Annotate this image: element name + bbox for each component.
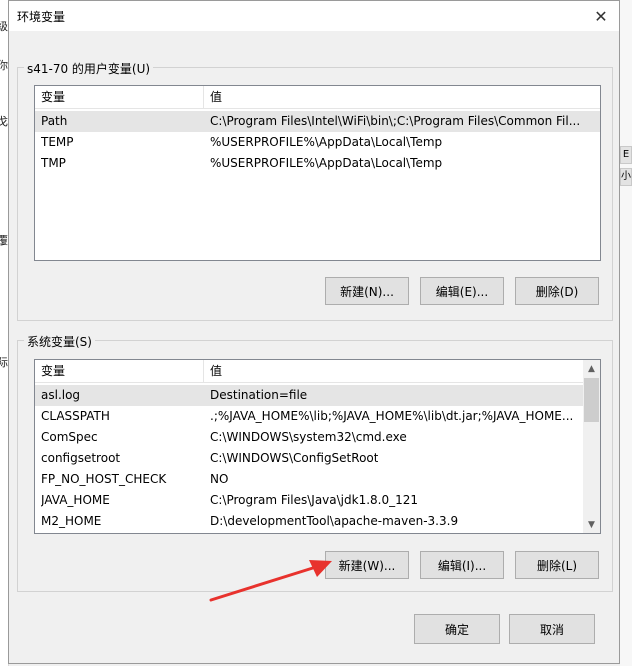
title-bar: 环境变量 ✕	[9, 1, 619, 31]
user-variables-label: s41-70 的用户变量(U)	[24, 60, 154, 77]
scroll-thumb[interactable]	[584, 378, 599, 422]
scroll-up-icon[interactable]: ▲	[583, 360, 600, 377]
ok-button[interactable]: 确定	[414, 614, 500, 644]
table-row[interactable]: asl.log Destination=file	[35, 385, 583, 406]
variable-value: C:\WINDOWS\system32\cmd.exe	[210, 430, 407, 444]
column-header-variable[interactable]: 变量	[35, 86, 204, 108]
variable-name: asl.log	[41, 388, 81, 402]
column-header-variable[interactable]: 变量	[35, 360, 204, 382]
variable-name: TMP	[41, 156, 66, 170]
variable-name: CLASSPATH	[41, 409, 110, 423]
cancel-button[interactable]: 取消	[509, 614, 595, 644]
variable-value: D:\developmentTool\apache-maven-3.3.9	[210, 514, 459, 528]
table-row[interactable]: JAVA_HOME C:\Program Files\Java\jdk1.8.0…	[35, 490, 583, 511]
table-row[interactable]: M2_HOME D:\developmentTool\apache-maven-…	[35, 511, 583, 532]
variable-value: .;%JAVA_HOME%\lib;%JAVA_HOME%\lib\dt.jar…	[210, 409, 574, 423]
background-text: 覆	[0, 234, 8, 247]
table-row[interactable]: TMP %USERPROFILE%\AppData\Local\Temp	[35, 153, 600, 174]
background-text: 你	[0, 59, 8, 72]
variable-name: TEMP	[41, 135, 74, 149]
scroll-down-icon[interactable]: ▼	[583, 516, 600, 533]
environment-variables-dialog: 环境变量 ✕ s41-70 的用户变量(U) 变量 值 Path C:\Prog…	[8, 0, 620, 664]
background-text: 小	[620, 168, 632, 186]
system-new-button[interactable]: 新建(W)...	[325, 551, 409, 579]
variable-name: JAVA_HOME	[41, 493, 110, 507]
user-edit-button[interactable]: 编辑(E)...	[420, 277, 504, 305]
table-row[interactable]: TEMP %USERPROFILE%\AppData\Local\Temp	[35, 132, 600, 153]
list-header: 变量 值	[35, 86, 600, 109]
table-row[interactable]: CLASSPATH .;%JAVA_HOME%\lib;%JAVA_HOME%\…	[35, 406, 583, 427]
table-row[interactable]: FP_NO_HOST_CHECK NO	[35, 469, 583, 490]
table-row[interactable]: Path C:\Program Files\Intel\WiFi\bin\;C:…	[35, 111, 600, 132]
variable-value: Destination=file	[210, 388, 308, 402]
background-text: 戈	[0, 115, 8, 128]
background-text: 级	[0, 20, 8, 33]
variable-value: C:\Program Files\Java\jdk1.8.0_121	[210, 493, 419, 507]
background-text: E	[620, 146, 632, 164]
table-row[interactable]: configsetroot C:\WINDOWS\ConfigSetRoot	[35, 448, 583, 469]
close-icon[interactable]: ✕	[583, 1, 619, 31]
background-text: 际	[0, 356, 8, 369]
dialog-title: 环境变量	[17, 10, 66, 24]
variable-value: %USERPROFILE%\AppData\Local\Temp	[210, 135, 443, 149]
variable-value: NO	[210, 472, 229, 486]
variable-name: ComSpec	[41, 430, 98, 444]
user-new-button[interactable]: 新建(N)...	[325, 277, 409, 305]
column-header-value[interactable]: 值	[204, 360, 583, 382]
variable-name: configsetroot	[41, 451, 121, 465]
variable-value: %USERPROFILE%\AppData\Local\Temp	[210, 156, 443, 170]
user-delete-button[interactable]: 删除(D)	[515, 277, 599, 305]
system-edit-button[interactable]: 编辑(I)...	[420, 551, 504, 579]
variable-name: Path	[41, 114, 68, 128]
variable-name: M2_HOME	[41, 514, 102, 528]
table-row[interactable]: ComSpec C:\WINDOWS\system32\cmd.exe	[35, 427, 583, 448]
variable-value: C:\Program Files\Intel\WiFi\bin\;C:\Prog…	[210, 114, 581, 128]
user-variables-list[interactable]: 变量 值 Path C:\Program Files\Intel\WiFi\bi…	[34, 85, 601, 261]
system-list-scrollbar[interactable]: ▲ ▼	[583, 360, 600, 533]
system-delete-button[interactable]: 删除(L)	[515, 551, 599, 579]
variable-name: FP_NO_HOST_CHECK	[41, 472, 167, 486]
system-variables-label: 系统变量(S)	[24, 333, 95, 350]
list-header: 变量 值	[35, 360, 583, 383]
system-variables-list[interactable]: 变量 值 asl.log Destination=file CLASSPATH …	[34, 359, 601, 534]
column-header-value[interactable]: 值	[204, 86, 600, 108]
variable-value: C:\WINDOWS\ConfigSetRoot	[210, 451, 379, 465]
background-window-right: E 小	[620, 0, 632, 666]
